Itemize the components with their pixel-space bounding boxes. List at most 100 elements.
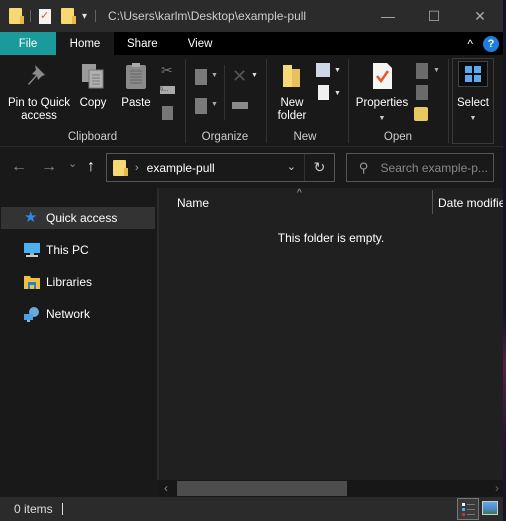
pin-to-quick-access-button[interactable]: Pin to Quick access [6,61,72,123]
nav-item-network[interactable]: Network [1,303,155,325]
paste-icon [122,61,150,91]
new-folder-label-line1: New [280,97,304,109]
column-header-name[interactable]: Name [177,196,209,210]
edit-icon[interactable] [416,85,428,100]
new-folder-button[interactable]: New folder [272,61,312,123]
network-icon [24,306,40,322]
window-title: C:\Users\karlm\Desktop\example-pull [108,9,307,23]
folder-icon [113,159,128,176]
libraries-icon [24,274,40,290]
nav-item-label: Libraries [46,275,93,289]
quick-access-star-icon: ★ [24,209,38,226]
navigation-pane: ★ Quick access This PC Libraries Network [0,188,157,480]
breadcrumb-separator[interactable]: › [135,162,139,174]
pin-label-line1: Pin to Quick [8,97,70,109]
scrollbar-thumb[interactable] [177,481,347,496]
separator [30,10,31,22]
address-dropdown-icon[interactable]: ⌄ [287,160,296,173]
separator [224,65,225,120]
address-bar[interactable]: › example-pull ⌄ ↻ [106,153,335,182]
help-icon[interactable]: ? [483,35,499,52]
folder-icon[interactable] [9,8,24,24]
separator [185,59,186,143]
tab-view[interactable]: View [174,32,227,55]
new-item-dropdown-icon[interactable]: ▼ [334,67,341,74]
cut-icon[interactable]: ✂ [161,62,177,78]
status-separator [62,503,63,515]
copy-path-icon[interactable]: \\... [160,86,175,94]
copy-label: Copy [79,97,107,109]
delete-dropdown-icon[interactable]: ▼ [251,72,258,79]
clipboard-group-label: Clipboard [67,131,118,143]
new-item-icon[interactable] [316,63,330,77]
collapse-ribbon-icon[interactable]: ^ [467,37,473,51]
paste-shortcut-icon[interactable] [162,106,173,120]
up-button[interactable]: ↑ [87,158,95,176]
properties-button[interactable]: Properties ▼ [354,61,410,125]
new-folder-icon[interactable] [61,8,76,24]
ribbon-tabs: File Home Share View ^ ? [0,32,503,55]
open-group-label: Open [383,131,413,143]
easy-access-icon[interactable] [318,85,329,100]
pin-icon [25,61,53,91]
column-separator[interactable] [432,190,433,214]
copy-button[interactable]: Copy [78,61,108,110]
organize-group-label: Organize [201,131,249,143]
forward-button[interactable]: → [41,158,57,176]
open-icon[interactable] [416,63,428,79]
scroll-left-button[interactable]: ‹ [164,481,168,495]
navigation-bar: ← → ⌄ ↑ › example-pull ⌄ ↻ ⚲ Search exam… [0,148,503,188]
file-list: ^ Name Date modified This folder is empt… [159,188,503,480]
select-button[interactable]: Select ▼ [455,61,491,125]
details-view-icon [462,503,475,516]
tab-home[interactable]: Home [56,32,114,55]
delete-icon[interactable]: ✕ [232,66,248,86]
details-view-button[interactable] [457,498,479,520]
copy-to-dropdown-icon[interactable]: ▼ [211,101,218,108]
column-header-date-modified[interactable]: Date modified [438,196,503,210]
nav-item-label: Quick access [46,211,118,225]
new-folder-icon [278,61,306,91]
rename-icon[interactable] [232,102,248,109]
empty-folder-message: This folder is empty. [277,231,385,245]
select-label: Select [457,97,489,109]
ribbon-home: Pin to Quick access Copy Paste ✂ \\... C… [0,55,503,147]
history-icon[interactable] [414,107,428,121]
quick-access-toolbar: ▾ [0,8,104,24]
sort-ascending-icon: ^ [297,188,302,199]
nav-item-this-pc[interactable]: This PC [1,239,155,261]
search-box[interactable]: ⚲ Search example-p... [346,153,494,182]
properties-icon[interactable] [39,8,51,24]
copy-icon [79,61,107,91]
scroll-right-button[interactable]: › [495,481,499,495]
horizontal-scrollbar[interactable]: ‹ › [159,480,503,497]
move-to-icon[interactable] [195,69,207,85]
nav-item-quick-access[interactable]: ★ Quick access [1,207,155,229]
move-to-dropdown-icon[interactable]: ▼ [211,72,218,79]
this-pc-icon [24,242,40,258]
minimize-button[interactable]: — [365,0,411,32]
paste-label: Paste [121,97,151,109]
refresh-button[interactable]: ↻ [304,154,334,181]
status-bar: 0 items [0,497,503,521]
search-input[interactable]: Search example-p... [381,161,488,175]
copy-to-icon[interactable] [195,98,207,114]
select-dropdown-icon[interactable]: ▼ [455,112,491,125]
tab-share[interactable]: Share [114,32,174,55]
separator [448,59,449,143]
tab-file[interactable]: File [0,32,56,55]
recent-locations-button[interactable]: ⌄ [68,157,77,170]
large-icons-view-button[interactable] [482,501,498,515]
easy-access-dropdown-icon[interactable]: ▼ [334,90,341,97]
select-icon [458,61,488,87]
breadcrumb-current-folder[interactable]: example-pull [147,161,215,175]
nav-item-libraries[interactable]: Libraries [1,271,155,293]
back-button[interactable]: ← [11,158,27,176]
separator [348,59,349,143]
properties-dropdown-icon[interactable]: ▼ [354,112,410,125]
customize-dropdown-icon[interactable]: ▾ [82,11,87,22]
paste-button[interactable]: Paste [121,61,151,110]
maximize-button[interactable]: ☐ [411,0,457,32]
open-dropdown-icon[interactable]: ▼ [433,67,440,74]
close-button[interactable]: ✕ [457,0,503,32]
